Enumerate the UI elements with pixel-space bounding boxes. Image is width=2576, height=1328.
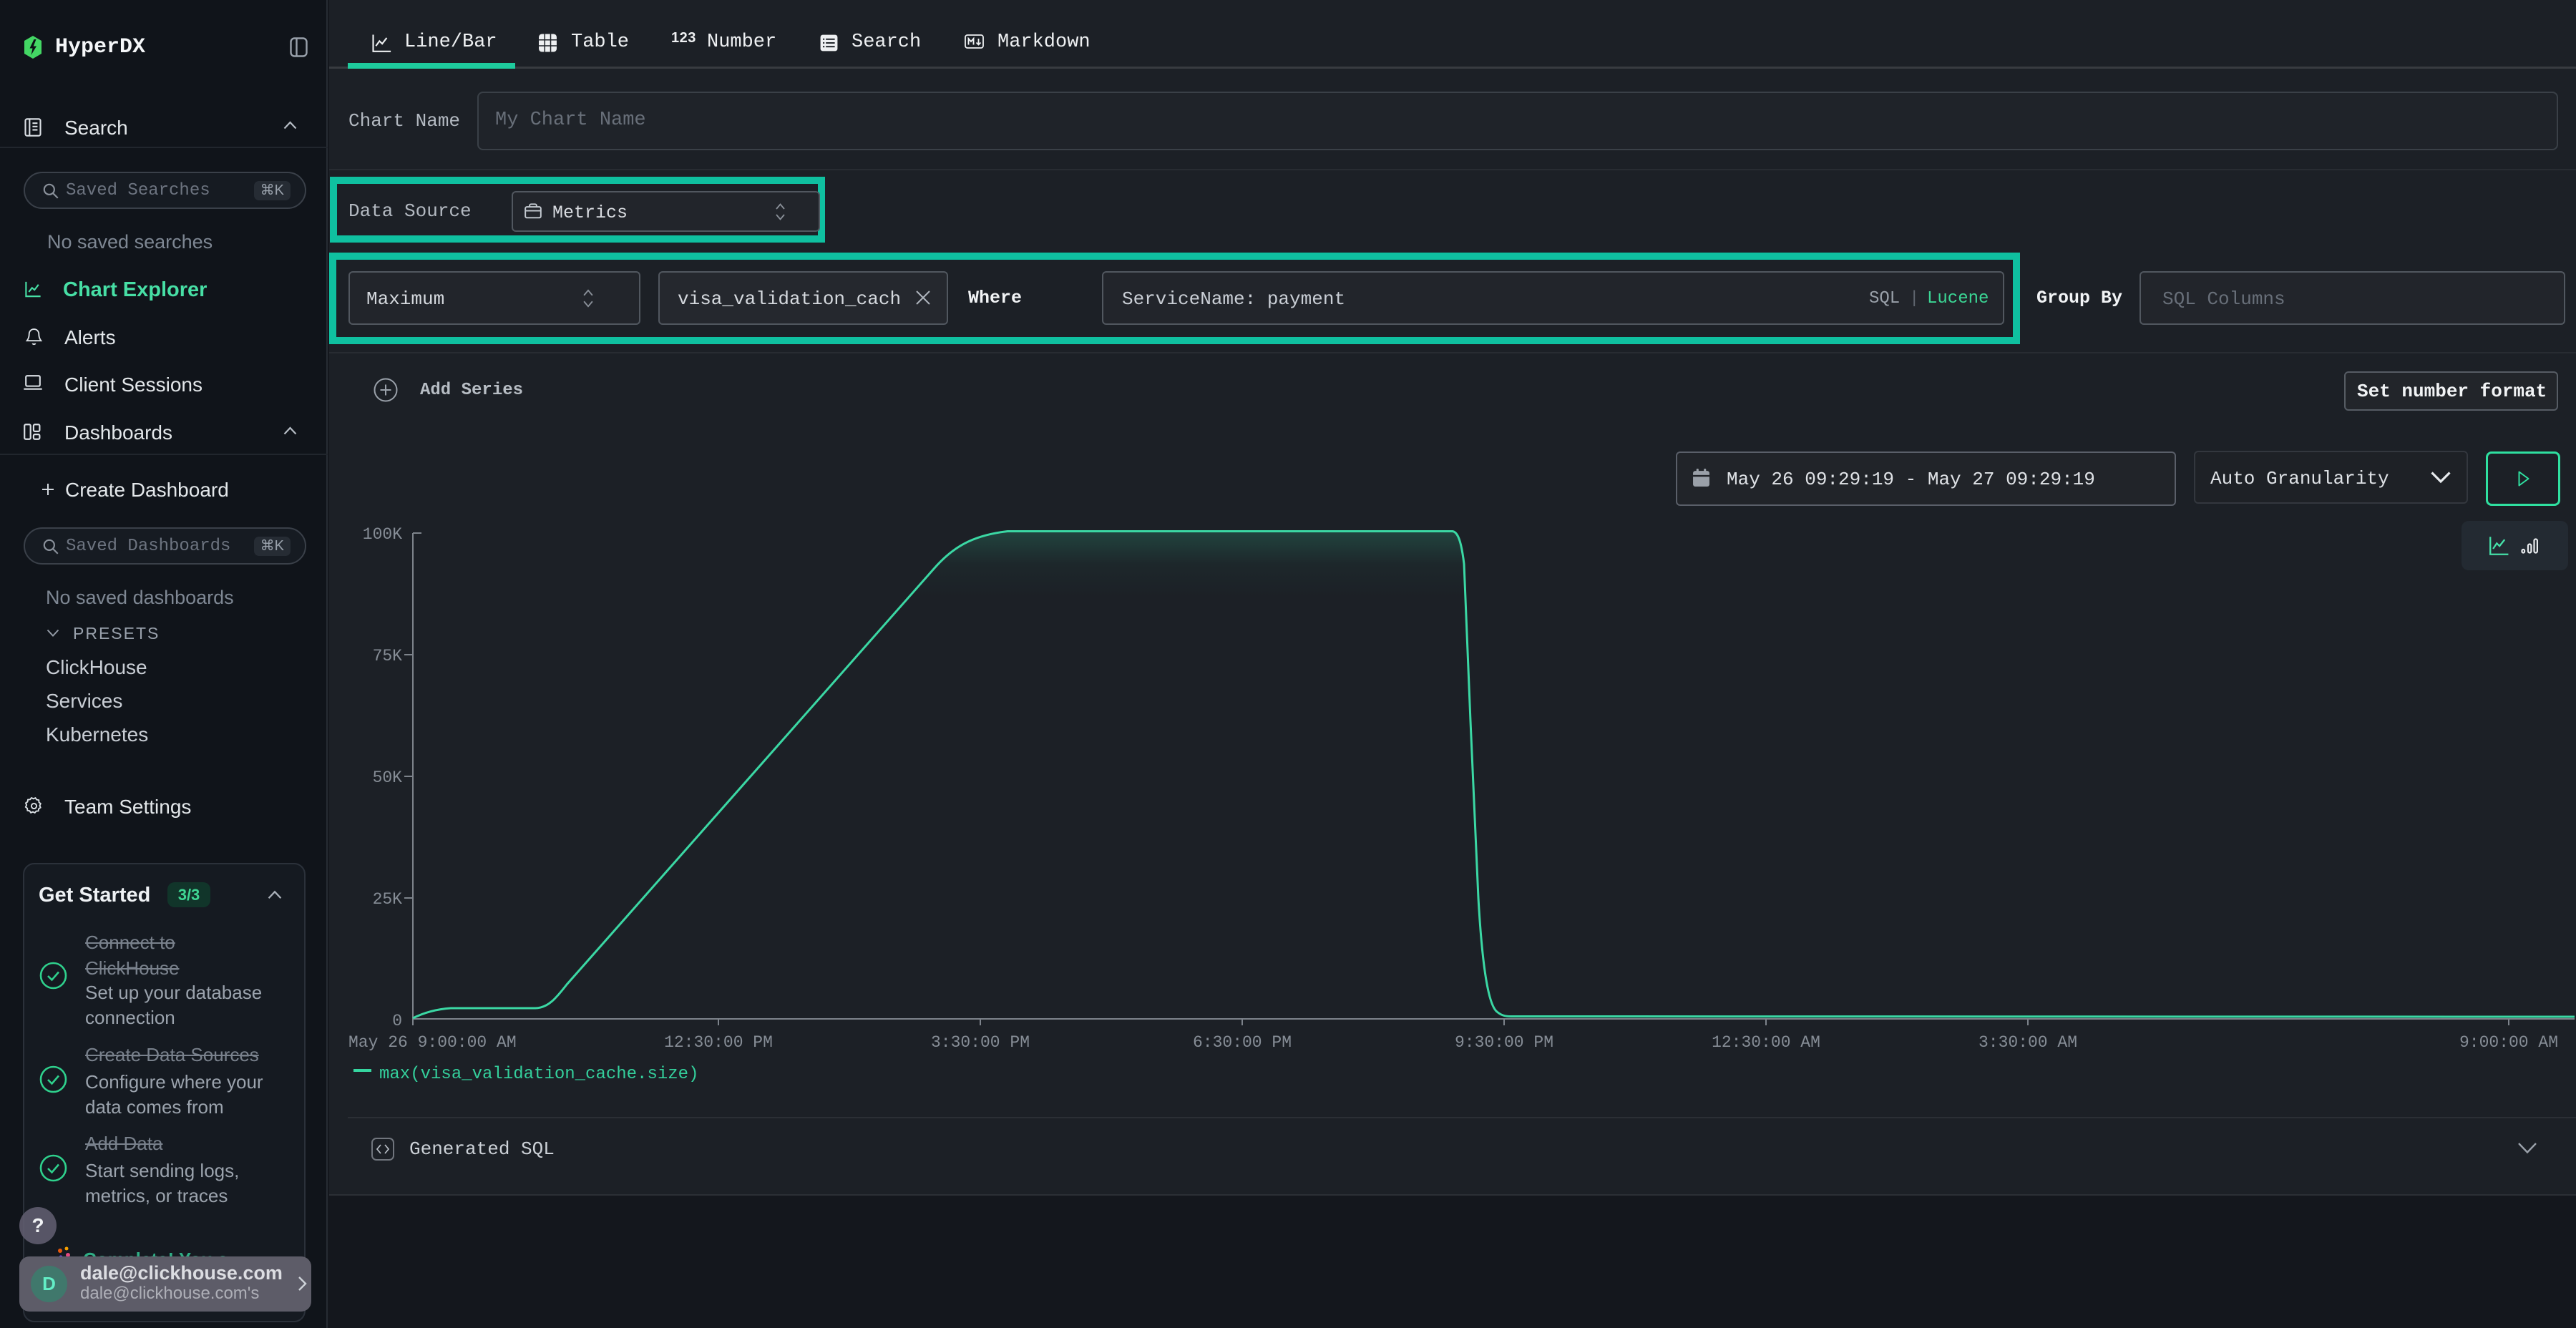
svg-text:50K: 50K [373, 768, 403, 787]
svg-text:0: 0 [392, 1012, 402, 1030]
svg-text:12:30:00 PM: 12:30:00 PM [664, 1033, 773, 1052]
svg-text:6:30:00 PM: 6:30:00 PM [1193, 1033, 1292, 1052]
svg-text:9:00:00 AM: 9:00:00 AM [2459, 1033, 2558, 1052]
svg-text:9:30:00 PM: 9:30:00 PM [1455, 1033, 1553, 1052]
svg-text:May 26 9:00:00 AM: May 26 9:00:00 AM [348, 1033, 517, 1052]
svg-text:max(visa_validation_cache.size: max(visa_validation_cache.size) [379, 1065, 698, 1084]
svg-text:75K: 75K [373, 647, 403, 665]
svg-text:3:30:00 PM: 3:30:00 PM [931, 1033, 1030, 1052]
svg-text:25K: 25K [373, 890, 403, 909]
svg-text:100K: 100K [363, 525, 402, 544]
svg-text:3:30:00 AM: 3:30:00 AM [1979, 1033, 2077, 1052]
svg-text:12:30:00 AM: 12:30:00 AM [1712, 1033, 1820, 1052]
